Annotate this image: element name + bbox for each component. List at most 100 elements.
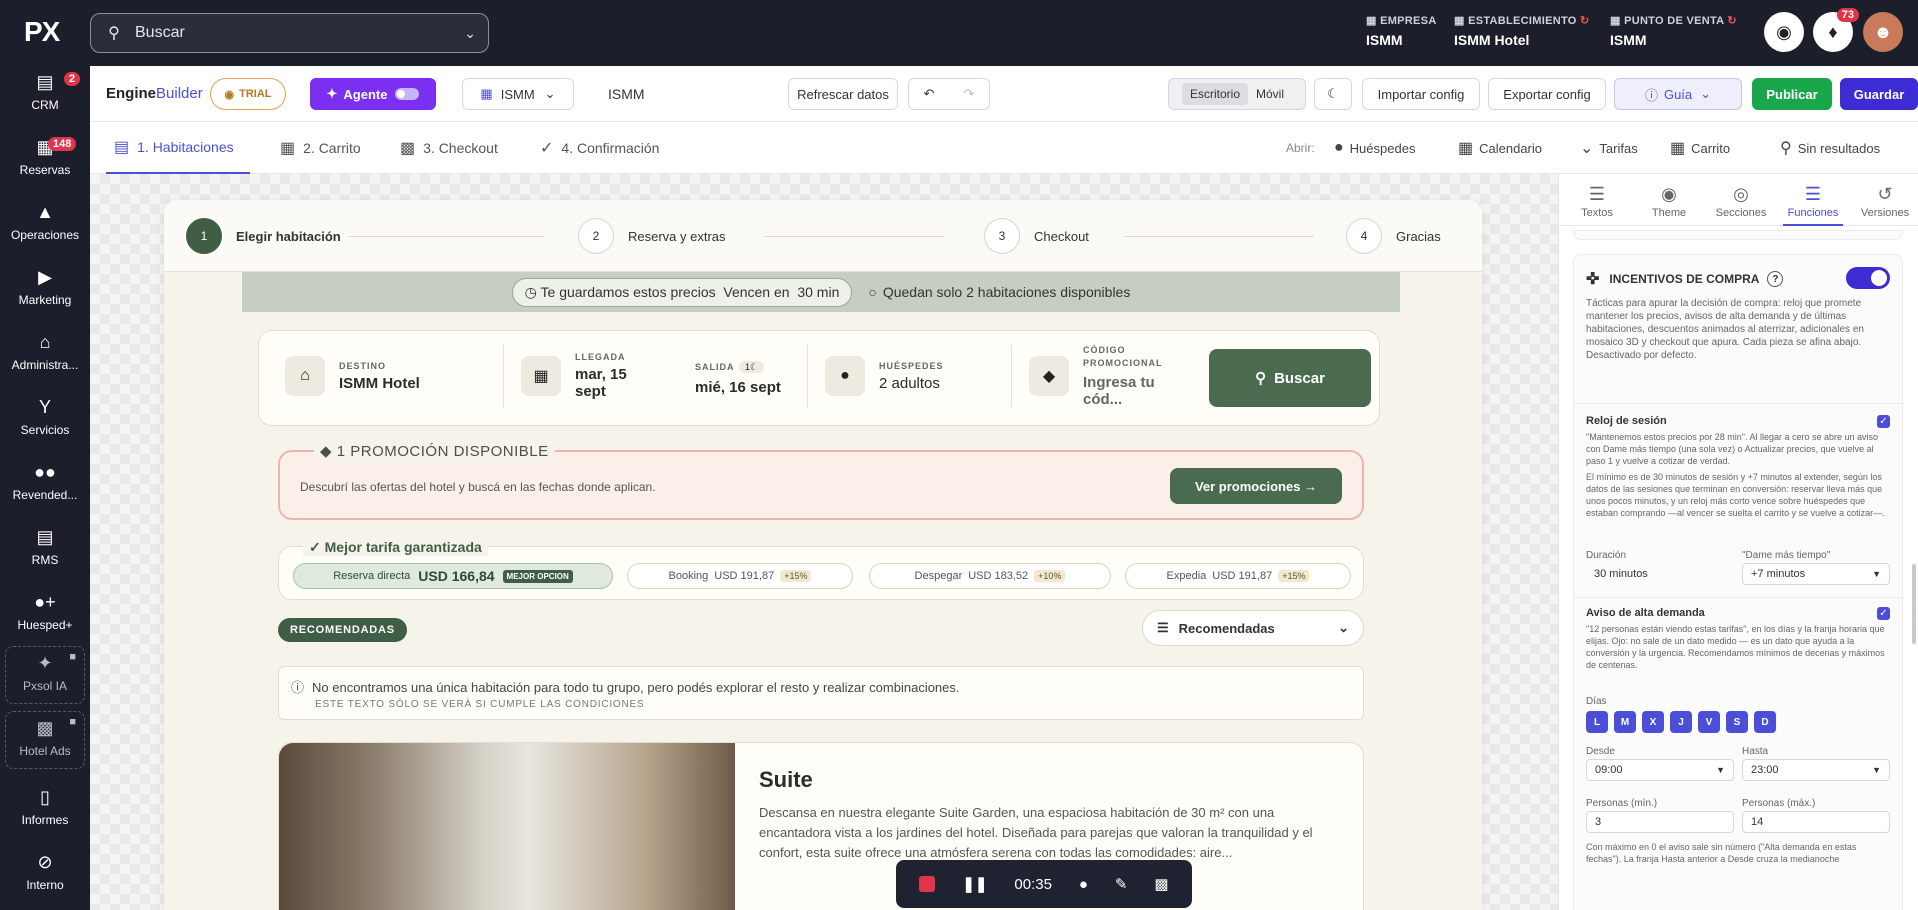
open-carrito[interactable]: ▦ Carrito — [1670, 122, 1730, 174]
blur-icon[interactable]: ▩ — [1154, 875, 1168, 893]
duration-select[interactable]: 30 minutos — [1586, 563, 1734, 585]
day-toggle-v[interactable]: V — [1698, 711, 1720, 733]
stop-icon[interactable] — [919, 876, 936, 892]
field-value: mié, 16 sept — [695, 378, 781, 396]
open-huespedes[interactable]: ● Huéspedes — [1334, 122, 1415, 174]
tab-carrito[interactable]: ▦ 2. Carrito — [280, 122, 361, 174]
sidebar-item-hotel-ads[interactable]: ■ ▩ Hotel Ads — [5, 711, 85, 769]
panel-scrollbar[interactable] — [1912, 564, 1916, 644]
redo-icon[interactable]: ↷ — [964, 86, 975, 102]
property-label: ISMM — [500, 86, 535, 102]
tab-secciones[interactable]: ◎ Secciones — [1711, 174, 1771, 226]
ota-name: Booking — [668, 570, 709, 582]
section-description: Tácticas para apurar la decisión de comp… — [1586, 298, 1864, 361]
llegada-field[interactable]: ▦ LLEGADA mar, 15 sept — [521, 331, 655, 421]
search-input[interactable]: Buscar — [135, 24, 185, 42]
notifications-badge: 73 — [1836, 8, 1859, 22]
mobile-tab[interactable]: Móvil — [1248, 83, 1292, 105]
establecimiento-selector[interactable]: ▦ ESTABLECIMIENTO ↻ ISMM Hotel — [1454, 14, 1590, 48]
incentives-toggle[interactable] — [1846, 267, 1890, 289]
day-toggle-l[interactable]: L — [1586, 711, 1608, 733]
toggle-switch[interactable] — [395, 88, 420, 100]
global-search[interactable]: ⚲ Buscar ⌄ — [90, 13, 489, 53]
sidebar-item-crm[interactable]: ▤ CRM 2 — [0, 72, 90, 112]
high-demand-checkbox[interactable]: ✓ — [1877, 607, 1890, 620]
sidebar-item-pxsol-ia[interactable]: ■ ✦ Pxsol IA — [5, 646, 85, 704]
hasta-select[interactable]: 23:00 ▼ — [1742, 759, 1890, 781]
save-button[interactable]: Guardar — [1840, 78, 1918, 110]
sidebar-item-interno[interactable]: ⊘ Interno — [0, 852, 90, 892]
desktop-tab[interactable]: Escritorio — [1181, 83, 1248, 105]
tab-checkout[interactable]: ▩ 3. Checkout — [400, 122, 498, 174]
support-button[interactable]: ◉ — [1764, 12, 1804, 52]
sidebar-item-huesped[interactable]: ●+ Huesped+ — [0, 592, 90, 632]
min-people-input[interactable]: 3 — [1586, 811, 1734, 833]
day-toggle-j[interactable]: J — [1670, 711, 1692, 733]
chevron-down-icon[interactable]: ⌄ — [464, 25, 476, 42]
microphone-icon[interactable]: ● — [1079, 876, 1088, 893]
import-config-button[interactable]: Importar config — [1362, 78, 1480, 110]
day-toggle-d[interactable]: D — [1754, 711, 1776, 733]
ota-rate-despegar: Despegar USD 183,52 +10% — [869, 563, 1111, 589]
notifications-button[interactable]: ♦ 73 — [1813, 8, 1859, 52]
ver-promociones-button[interactable]: Ver promociones → — [1170, 468, 1342, 504]
tab-habitaciones[interactable]: ▤ 1. Habitaciones — [106, 122, 250, 174]
tab-versiones[interactable]: ↺ Versiones — [1855, 174, 1915, 226]
pause-icon[interactable]: ❚❚ — [962, 875, 987, 893]
guide-button[interactable]: ⓘ Guía ⌄ — [1614, 78, 1742, 110]
tab-label: Secciones — [1715, 207, 1767, 219]
cart-icon: ▦ — [1670, 140, 1686, 157]
sidebar-item-operaciones[interactable]: ▲ Operaciones — [0, 202, 90, 242]
empresa-selector[interactable]: ▦ EMPRESA ISMM — [1366, 14, 1437, 48]
ota-name: Expedia — [1166, 570, 1207, 582]
export-config-button[interactable]: Exportar config — [1488, 78, 1606, 110]
sidebar-item-rms[interactable]: ▤ RMS — [0, 527, 90, 567]
pxsol-logo[interactable]: PX — [24, 16, 60, 48]
promo-code-input[interactable]: Ingresa tu cód... — [1083, 374, 1195, 408]
tab-theme[interactable]: ◉ Theme — [1639, 174, 1699, 226]
tab-textos[interactable]: ☰ Textos — [1567, 174, 1627, 226]
sidebar-item-servicios[interactable]: Y Servicios — [0, 397, 90, 437]
step-line — [1124, 236, 1314, 237]
avatar[interactable]: ☻ — [1863, 12, 1903, 52]
sidebar-item-informes[interactable]: ▯ Informes — [0, 787, 90, 827]
search-button[interactable]: ⚲ Buscar — [1209, 349, 1371, 407]
check-circle-icon: ✓ — [309, 539, 321, 555]
day-toggle-x[interactable]: X — [1642, 711, 1664, 733]
sidebar-item-revendedores[interactable]: ●● Revended... — [0, 462, 90, 502]
agent-toggle[interactable]: ✦ Agente — [310, 78, 436, 110]
day-toggle-m[interactable]: M — [1614, 711, 1636, 733]
property-select[interactable]: ▦ ISMM ⌄ — [462, 78, 574, 110]
sort-select[interactable]: ☰ Recomendadas ⌄ — [1142, 610, 1364, 646]
sidebar-item-administracion[interactable]: ⌂ Administra... — [0, 332, 90, 372]
sidebar-item-reservas[interactable]: ▦ Reservas 148 — [0, 137, 90, 177]
pen-icon[interactable]: ✎ — [1115, 875, 1128, 893]
huespedes-field[interactable]: ● HUÉSPEDES 2 adultos — [825, 331, 944, 421]
help-icon[interactable]: ? — [1767, 271, 1784, 287]
max-people-input[interactable]: 14 — [1742, 811, 1890, 833]
sidebar-item-marketing[interactable]: ▶ Marketing — [0, 267, 90, 307]
refresh-data-button[interactable]: Refrescar datos — [788, 78, 898, 110]
bolt-icon: ✜ — [1586, 271, 1600, 288]
tab-confirmacion[interactable]: ✓ 4. Confirmación — [540, 122, 659, 174]
desde-select[interactable]: 09:00 ▼ — [1586, 759, 1734, 781]
hasta-label: Hasta — [1742, 746, 1769, 757]
open-sin-resultados[interactable]: ⚲ Sin resultados — [1780, 122, 1880, 174]
dark-mode-button[interactable]: ☾ — [1314, 78, 1352, 110]
day-toggle-s[interactable]: S — [1726, 711, 1748, 733]
open-calendario[interactable]: ▦ Calendario — [1458, 122, 1542, 174]
pdv-selector[interactable]: ▦ PUNTO DE VENTA ↻ ISMM — [1610, 14, 1737, 48]
promo-code-field[interactable]: ◆ CÓDIGO PROMOCIONAL Ingresa tu cód... — [1029, 331, 1195, 421]
home-icon: ⌂ — [39, 332, 51, 352]
open-tarifas[interactable]: ⌄ Tarifas — [1580, 122, 1638, 174]
salida-field[interactable]: SALIDA 1☾ mié, 16 sept — [695, 331, 781, 421]
ota-name: Despegar — [914, 570, 963, 582]
room-image[interactable] — [279, 743, 735, 910]
more-time-select[interactable]: +7 minutos ▼ — [1742, 563, 1890, 585]
session-clock-checkbox[interactable]: ✓ — [1877, 415, 1890, 428]
tab-funciones[interactable]: ☰ Funciones — [1783, 174, 1843, 226]
publish-button[interactable]: Publicar — [1752, 78, 1832, 110]
undo-icon[interactable]: ↶ — [924, 86, 935, 102]
step-number: 2 — [578, 218, 614, 254]
destino-field[interactable]: ⌂ DESTINO ISMM Hotel — [285, 331, 420, 421]
